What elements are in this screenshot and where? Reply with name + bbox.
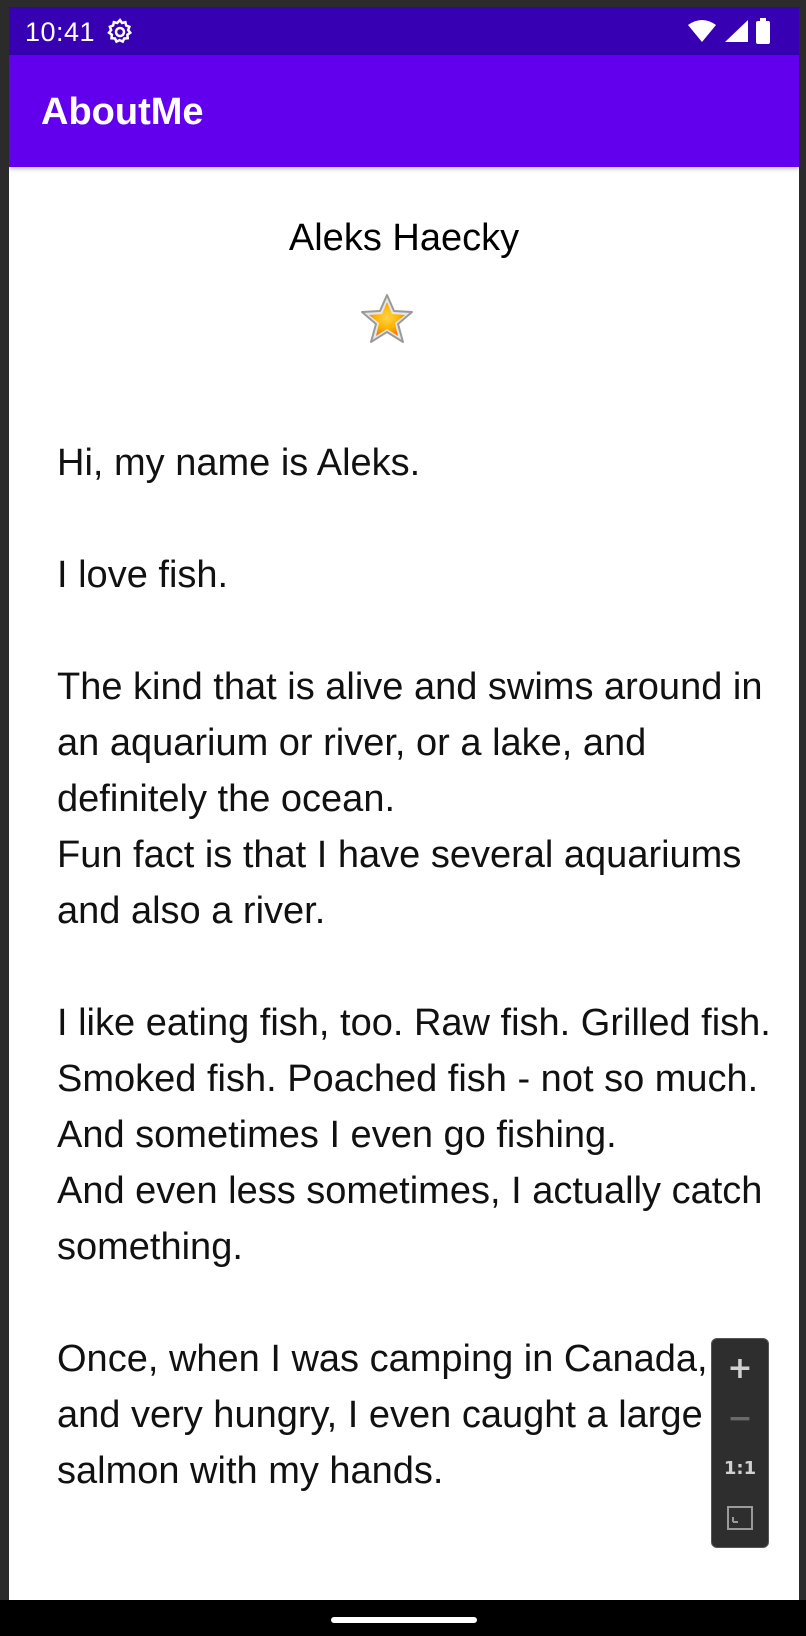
gear-icon	[107, 18, 133, 44]
star-icon	[361, 294, 413, 343]
phone-screen: 10:41 AboutMe Aleks Haecky Hi, my name i…	[9, 7, 799, 1629]
app-title: AboutMe	[41, 91, 204, 133]
app-bar: AboutMe	[9, 55, 799, 167]
home-gesture-handle[interactable]	[331, 1617, 477, 1623]
fit-screen-button[interactable]	[712, 1493, 768, 1543]
status-time: 10:41	[25, 17, 96, 47]
battery-icon	[756, 18, 770, 44]
fit-screen-icon	[727, 1506, 753, 1530]
zoom-in-button[interactable]: +	[712, 1343, 768, 1393]
status-icons	[687, 17, 771, 45]
status-bar: 10:41	[9, 7, 799, 55]
emulator-zoom-controls: + − 1:1	[711, 1338, 769, 1548]
navigation-bar	[0, 1600, 806, 1636]
zoom-out-button[interactable]: −	[712, 1393, 768, 1443]
name-text: Aleks Haecky	[288, 217, 520, 259]
actual-size-button[interactable]: 1:1	[712, 1443, 768, 1493]
wifi-icon	[688, 20, 716, 42]
emulator-frame: 10:41 AboutMe Aleks Haecky Hi, my name i…	[0, 0, 806, 1636]
cellular-signal-icon	[725, 20, 748, 42]
bio-text: Hi, my name is Aleks. I love fish. The k…	[57, 442, 771, 1492]
